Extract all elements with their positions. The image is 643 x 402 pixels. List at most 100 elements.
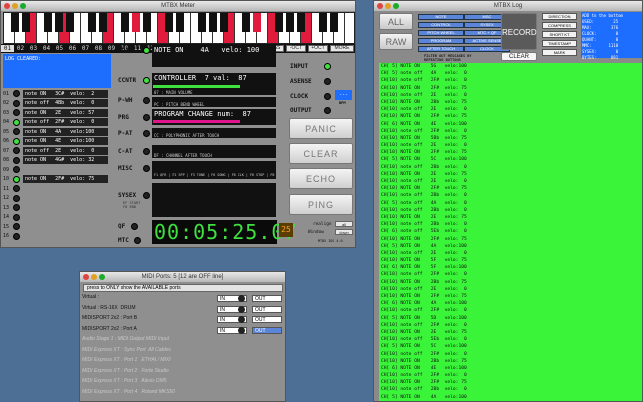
zoom-icon[interactable] — [99, 274, 105, 280]
port-in-knob-icon[interactable] — [238, 295, 245, 302]
piano-black-key[interactable] — [275, 13, 283, 32]
filter-control-button[interactable]: CONTROL — [418, 22, 464, 28]
piano-keyboard[interactable] — [3, 12, 355, 44]
filter-pitch-wheel-button[interactable]: PITCH WHEEL — [418, 30, 464, 36]
port-out-toggle[interactable]: OUT — [252, 326, 282, 334]
piano-black-key[interactable] — [132, 13, 140, 32]
mark-button[interactable]: MARK — [542, 49, 577, 56]
piano-black-key[interactable] — [55, 13, 63, 32]
realign-label: realign — [313, 222, 332, 227]
all-button[interactable]: ALL — [379, 13, 413, 30]
piano-black-key[interactable] — [242, 13, 250, 32]
sysex-display — [152, 183, 276, 217]
piano-black-key[interactable] — [11, 13, 19, 32]
log-cleared-label: LOG CLEARED: — [5, 56, 42, 62]
channel-number[interactable]: 08 — [92, 45, 105, 52]
channel-row-number: 01 — [3, 90, 10, 97]
piano-black-key[interactable] — [88, 13, 96, 32]
channel-row: 07 note off 2E velo: 0 — [3, 146, 108, 155]
plus-oct-button[interactable]: +OCT — [308, 45, 328, 52]
piano-black-key[interactable] — [121, 13, 129, 32]
minimize-icon[interactable] — [385, 3, 391, 9]
channel-number[interactable]: 06 — [66, 45, 79, 52]
filter-after-touch-button[interactable]: AFTER TOUCH — [418, 46, 464, 52]
record-button[interactable]: RECORD — [501, 13, 537, 50]
log-line: CH[10] note off 2F# velo: 0 — [381, 308, 467, 314]
cat-label: C-AT — [118, 148, 133, 155]
log-message-list[interactable]: CH[ 5] NOTE ON 5G velo:100 CH[ 5] note of… — [379, 63, 642, 401]
channel-number[interactable]: 07 — [79, 45, 92, 52]
more-button[interactable]: MORE — [330, 45, 354, 52]
window-label: Window — [308, 230, 324, 235]
minimize-icon[interactable] — [12, 3, 18, 9]
piano-black-key[interactable] — [176, 13, 184, 32]
note-label: NOTE — [118, 47, 133, 54]
channel-row-number: 12 — [3, 195, 10, 201]
repeating-caption: REPEATING BUTTONS — [424, 58, 461, 62]
port-in-knob-icon[interactable] — [238, 305, 245, 313]
port-name: MIDISPORT 2x2 : Port B — [82, 315, 138, 321]
output-indicator — [324, 107, 331, 114]
channel-activity-indicator — [13, 166, 20, 173]
piano-black-key[interactable] — [22, 13, 30, 32]
filter-program-button[interactable]: PROGRAM — [418, 38, 464, 44]
channel-number[interactable]: 01 — [1, 45, 14, 52]
port-in-knob-icon[interactable] — [238, 326, 245, 334]
port-in-knob-icon[interactable] — [238, 316, 245, 323]
ping-button[interactable]: PING — [289, 194, 353, 215]
minus-oct-button[interactable]: -OCT — [286, 45, 306, 52]
channel-row-number: 16 — [3, 233, 10, 239]
channel-number[interactable]: 05 — [53, 45, 66, 52]
piano-black-key[interactable] — [165, 13, 173, 32]
piano-black-key[interactable] — [220, 13, 228, 32]
piano-black-key[interactable] — [297, 13, 305, 32]
zoom-icon[interactable] — [20, 3, 26, 9]
piano-black-key[interactable] — [209, 13, 217, 32]
piano-black-key[interactable] — [286, 13, 294, 32]
channel-activity-indicator — [13, 185, 20, 192]
channel-row: 09 — [3, 165, 20, 174]
log-clear-button[interactable]: CLEAR — [501, 52, 537, 61]
piano-black-key[interactable] — [66, 13, 74, 32]
ports-titlebar: MIDI Ports: 5 [12 are OFF line] — [80, 272, 285, 282]
piano-black-key[interactable] — [143, 13, 151, 32]
zoom-icon[interactable] — [393, 3, 399, 9]
pwh-label: P-WH — [118, 97, 133, 104]
realign-button[interactable]: all — [335, 221, 353, 227]
piano-black-key[interactable] — [253, 13, 261, 32]
close-icon[interactable] — [83, 274, 89, 280]
log-line: CH[ 6] note off 5Eb velo: 0 — [381, 229, 467, 235]
close-icon[interactable] — [377, 3, 383, 9]
window-down-button[interactable]: down — [335, 229, 353, 235]
echo-button[interactable]: ECHO — [289, 168, 353, 189]
channel-number[interactable]: 04 — [40, 45, 53, 52]
channel-last-message: note ON 2F# velo: 75 — [23, 175, 108, 183]
panic-button[interactable]: PANIC — [289, 118, 353, 139]
port-out-toggle[interactable]: OUT — [252, 316, 282, 323]
direction-button[interactable]: DIRECTION — [542, 13, 577, 20]
port-out-toggle[interactable]: OUT — [252, 305, 282, 313]
raw-button[interactable]: RAW — [379, 33, 413, 50]
piano-black-key[interactable] — [198, 13, 206, 32]
piano-black-key[interactable] — [44, 13, 52, 32]
channel-number[interactable]: 03 — [27, 45, 40, 52]
clock-indicator — [324, 93, 331, 100]
port-name: MIDISPORT 2x2 : Port A — [82, 325, 137, 332]
timestamp-button[interactable]: TIMESTAMP — [542, 40, 577, 47]
short-kt-button[interactable]: SHORT KT — [542, 31, 577, 38]
channel-number[interactable]: 02 — [14, 45, 27, 52]
close-icon[interactable] — [4, 3, 10, 9]
channel-number[interactable]: 09 — [105, 45, 118, 52]
port-out-toggle[interactable]: OUT — [252, 295, 282, 302]
log-line: CH[ 5] NOTE ON 5C velo:100 — [381, 157, 467, 163]
piano-black-key[interactable] — [99, 13, 107, 32]
piano-black-key[interactable] — [319, 13, 327, 32]
piano-white-key[interactable] — [345, 13, 354, 43]
log-line: CH[10] note off 2E velo: 0 — [381, 286, 467, 292]
filter-note-button[interactable]: NOTE — [418, 14, 464, 20]
piano-black-key[interactable] — [330, 13, 338, 32]
available-ports-toggle[interactable]: press to ONLY show the AVAILABLE ports — [83, 284, 283, 292]
compress-button[interactable]: COMPRESS — [542, 22, 577, 29]
minimize-icon[interactable] — [91, 274, 97, 280]
clear-button[interactable]: CLEAR — [289, 143, 353, 164]
